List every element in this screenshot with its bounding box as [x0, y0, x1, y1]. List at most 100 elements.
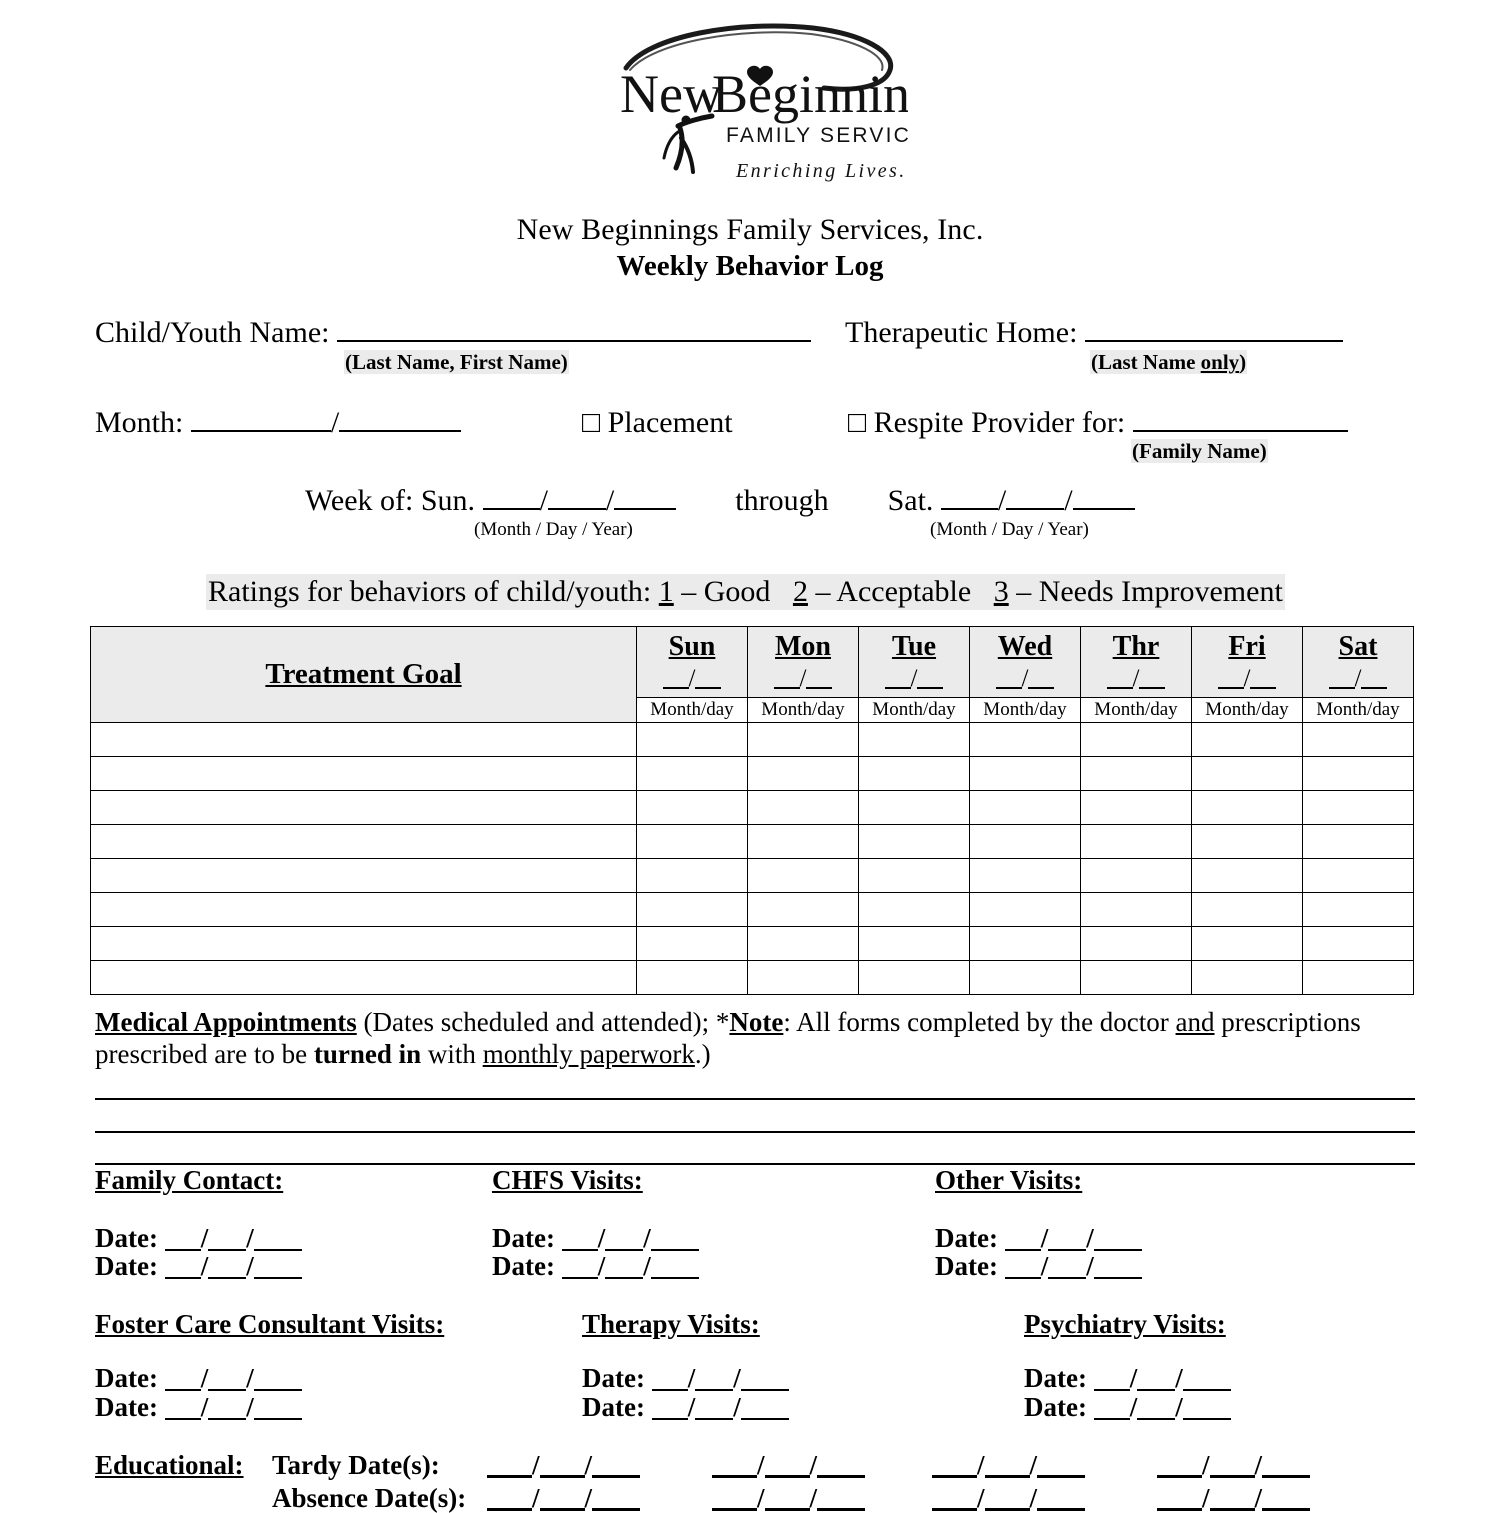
treatment-goal-cell[interactable] [90, 858, 637, 893]
rating-cell[interactable] [969, 824, 1081, 859]
day-date-input-tue[interactable]: / [859, 665, 969, 693]
rating-cell[interactable] [747, 756, 859, 791]
absence-date-input-4[interactable]: / / [1157, 1483, 1311, 1513]
placement-option[interactable]: □ Placement [582, 406, 733, 440]
treatment-goal-cell[interactable] [90, 756, 637, 791]
rating-cell[interactable] [636, 892, 748, 927]
rating-cell[interactable] [1080, 722, 1192, 757]
rating-cell[interactable] [969, 892, 1081, 927]
day-date-input-wed[interactable]: / [970, 665, 1080, 693]
respite-checkbox-icon[interactable]: □ [848, 406, 866, 439]
week-start-month-input[interactable] [482, 486, 540, 510]
rating-cell[interactable] [1302, 892, 1414, 927]
rating-cell[interactable] [1080, 824, 1192, 859]
foster-care-consultant-date-2[interactable]: Date: / / [95, 1391, 302, 1423]
rating-cell[interactable] [969, 756, 1081, 791]
rating-cell[interactable] [858, 790, 970, 825]
medical-writein-line-2[interactable] [95, 1131, 1415, 1133]
day-date-input-thr[interactable]: / [1081, 665, 1191, 693]
medical-writein-line-1[interactable] [95, 1098, 1415, 1100]
rating-cell[interactable] [1080, 790, 1192, 825]
rating-cell[interactable] [1302, 960, 1414, 995]
rating-cell[interactable] [1302, 824, 1414, 859]
rating-cell[interactable] [858, 960, 970, 995]
rating-cell[interactable] [747, 926, 859, 961]
rating-cell[interactable] [858, 824, 970, 859]
rating-cell[interactable] [636, 858, 748, 893]
respite-family-input[interactable] [1132, 406, 1348, 432]
day-date-input-mon[interactable]: / [748, 665, 858, 693]
foster-care-consultant-date-1[interactable]: Date: / / [95, 1362, 302, 1394]
rating-cell[interactable] [969, 790, 1081, 825]
treatment-goal-cell[interactable] [90, 824, 637, 859]
day-date-input-sun[interactable]: / [637, 665, 747, 693]
rating-cell[interactable] [1080, 756, 1192, 791]
other-visit-date-2[interactable]: Date: / / [935, 1250, 1142, 1282]
rating-cell[interactable] [636, 824, 748, 859]
rating-cell[interactable] [636, 756, 748, 791]
rating-cell[interactable] [858, 858, 970, 893]
rating-cell[interactable] [1302, 926, 1414, 961]
rating-cell[interactable] [858, 756, 970, 791]
rating-cell[interactable] [1191, 790, 1303, 825]
day-date-input-sat[interactable]: / [1303, 665, 1413, 693]
week-end-day-input[interactable] [1006, 486, 1065, 510]
tardy-date-input-1[interactable]: / / [487, 1450, 641, 1480]
chfs-visit-date-2[interactable]: Date: / / [492, 1250, 699, 1282]
child-name-input[interactable] [336, 316, 811, 342]
psychiatry-visit-date-1[interactable]: Date: / / [1024, 1362, 1231, 1394]
rating-cell[interactable] [1191, 824, 1303, 859]
rating-cell[interactable] [747, 960, 859, 995]
rating-cell[interactable] [969, 858, 1081, 893]
rating-cell[interactable] [969, 926, 1081, 961]
psychiatry-visit-date-2[interactable]: Date: / / [1024, 1391, 1231, 1423]
rating-cell[interactable] [1080, 926, 1192, 961]
placement-checkbox-icon[interactable]: □ [582, 406, 600, 439]
rating-cell[interactable] [858, 892, 970, 927]
therapy-visit-date-2[interactable]: Date: / / [582, 1391, 789, 1423]
rating-cell[interactable] [1302, 790, 1414, 825]
week-start-year-input[interactable] [614, 486, 677, 510]
rating-cell[interactable] [747, 858, 859, 893]
rating-cell[interactable] [747, 824, 859, 859]
rating-cell[interactable] [1302, 722, 1414, 757]
absence-date-input-1[interactable]: / / [487, 1483, 641, 1513]
therapy-visit-date-1[interactable]: Date: / / [582, 1362, 789, 1394]
respite-provider-option[interactable]: □ Respite Provider for: [848, 406, 1348, 440]
rating-cell[interactable] [1080, 892, 1192, 927]
day-date-input-fri[interactable]: / [1192, 665, 1302, 693]
rating-cell[interactable] [747, 790, 859, 825]
month-year-input[interactable] [339, 406, 462, 432]
rating-cell[interactable] [636, 790, 748, 825]
rating-cell[interactable] [1191, 892, 1303, 927]
tardy-date-input-3[interactable]: / / [932, 1450, 1086, 1480]
treatment-goal-cell[interactable] [90, 722, 637, 757]
tardy-date-input-4[interactable]: / / [1157, 1450, 1311, 1480]
rating-cell[interactable] [1302, 858, 1414, 893]
rating-cell[interactable] [1302, 756, 1414, 791]
rating-cell[interactable] [1191, 756, 1303, 791]
week-start-day-input[interactable] [547, 486, 606, 510]
absence-date-input-2[interactable]: / / [712, 1483, 866, 1513]
treatment-goal-cell[interactable] [90, 892, 637, 927]
family-contact-date-2[interactable]: Date: / / [95, 1250, 302, 1282]
rating-cell[interactable] [969, 722, 1081, 757]
medical-writein-line-3[interactable] [95, 1163, 1415, 1165]
therapeutic-home-input[interactable] [1084, 316, 1343, 342]
tardy-date-input-2[interactable]: / / [712, 1450, 866, 1480]
treatment-goal-cell[interactable] [90, 926, 637, 961]
rating-cell[interactable] [1191, 858, 1303, 893]
rating-cell[interactable] [636, 960, 748, 995]
rating-cell[interactable] [636, 722, 748, 757]
rating-cell[interactable] [636, 926, 748, 961]
rating-cell[interactable] [858, 926, 970, 961]
rating-cell[interactable] [1080, 960, 1192, 995]
absence-date-input-3[interactable]: / / [932, 1483, 1086, 1513]
rating-cell[interactable] [969, 960, 1081, 995]
rating-cell[interactable] [858, 722, 970, 757]
week-end-month-input[interactable] [940, 486, 998, 510]
week-end-year-input[interactable] [1072, 486, 1135, 510]
treatment-goal-cell[interactable] [90, 960, 637, 995]
rating-cell[interactable] [1080, 858, 1192, 893]
rating-cell[interactable] [1191, 722, 1303, 757]
